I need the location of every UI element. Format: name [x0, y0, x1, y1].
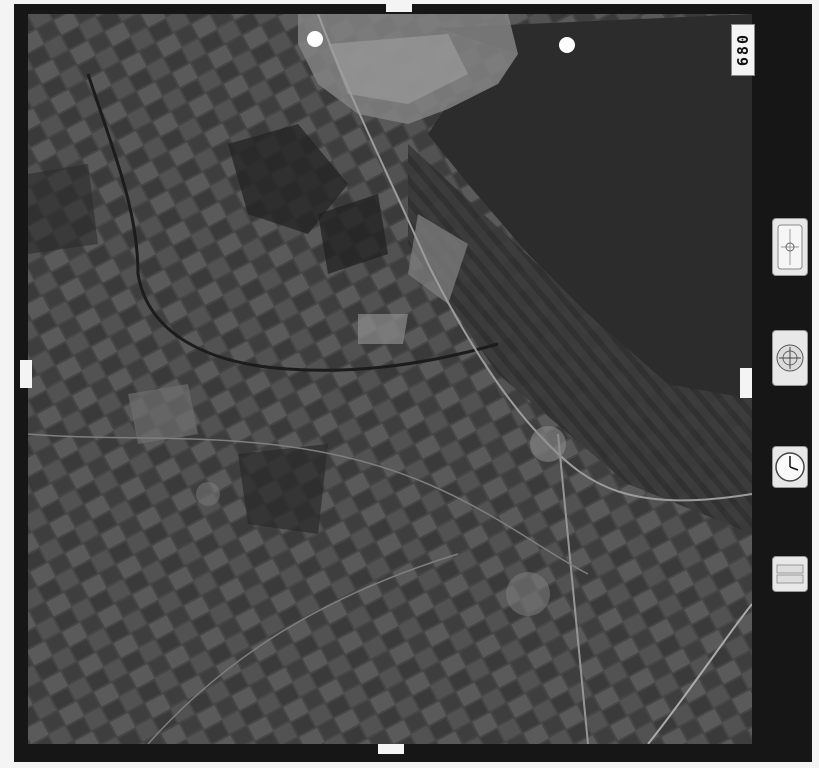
fiducial-mark — [307, 31, 323, 47]
fiducial-notch — [386, 2, 412, 12]
aerial-map — [28, 14, 752, 744]
altimeter-icon — [772, 330, 808, 386]
fiducial-notch — [378, 744, 404, 754]
clock-icon — [772, 446, 808, 488]
counter-icon — [772, 556, 808, 592]
village — [530, 426, 566, 462]
frame-number-label: 680 — [731, 24, 755, 76]
village — [506, 572, 550, 616]
level-bubble-icon — [772, 218, 808, 276]
aerial-photo[interactable] — [28, 14, 752, 744]
fiducial-mark — [559, 37, 575, 53]
village — [196, 482, 220, 506]
fiducial-notch — [20, 360, 32, 388]
frame-number: 680 — [734, 33, 752, 67]
fiducial-notch — [740, 368, 752, 398]
